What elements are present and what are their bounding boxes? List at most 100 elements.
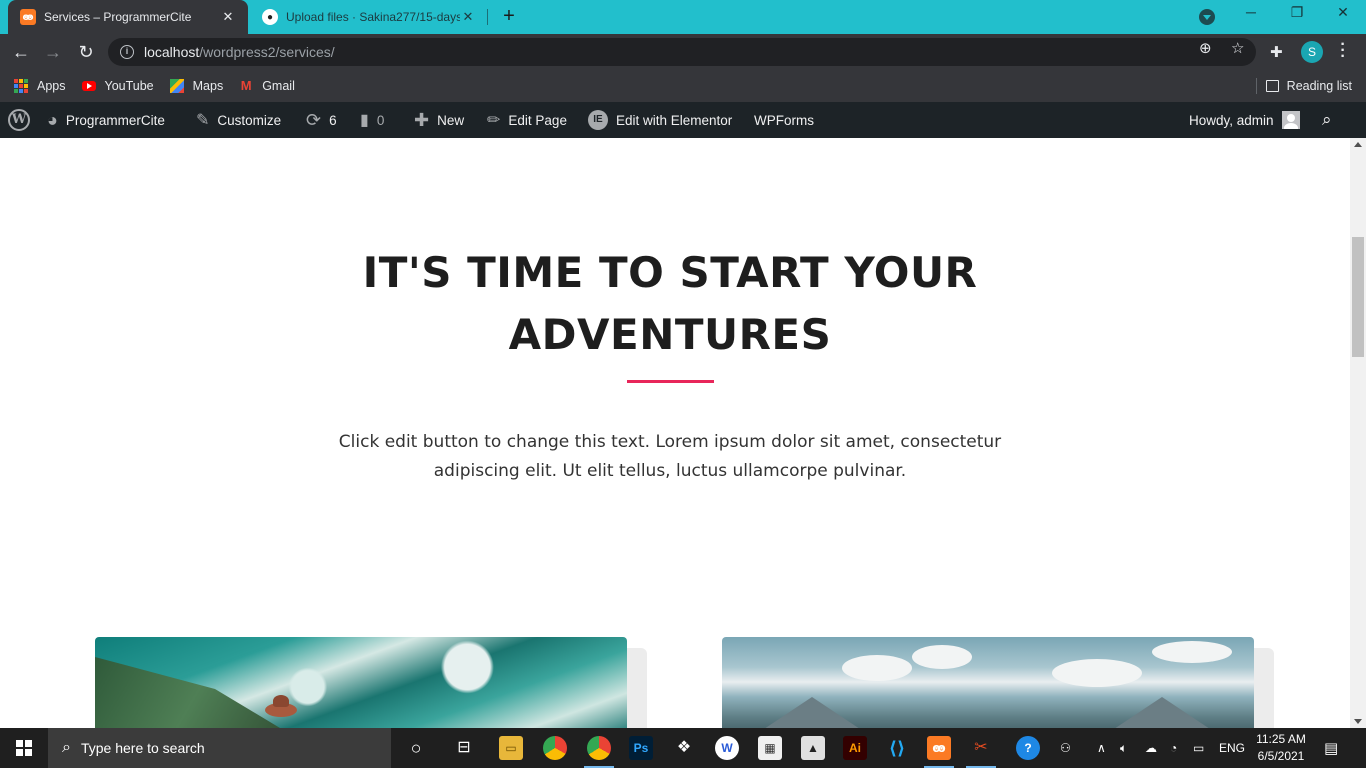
customize-label: Customize: [217, 112, 282, 128]
new-tab-button[interactable]: +: [498, 6, 520, 28]
restore-icon[interactable]: ❐: [1274, 4, 1320, 21]
site-name-menu[interactable]: ◕ ProgrammerCite: [47, 102, 165, 138]
scrollbar-thumb[interactable]: [1352, 237, 1364, 357]
search-placeholder: Type here to search: [80, 740, 205, 756]
show-hidden-icons[interactable]: ∧: [1097, 728, 1106, 768]
comments-link[interactable]: ▮ 0: [360, 102, 384, 138]
bookmark-label: Apps: [37, 79, 66, 93]
wpforms-menu[interactable]: WPForms: [754, 102, 814, 138]
task-view-icon[interactable]: ⊟: [452, 736, 476, 760]
volume-icon[interactable]: 🔈︎: [1120, 728, 1127, 768]
hero-title: IT'S TIME TO START YOUR ADVENTURES: [362, 248, 978, 359]
close-tab-icon[interactable]: ✕: [460, 9, 476, 25]
reading-list-icon: [1265, 80, 1279, 92]
edit-page-link[interactable]: ✏ Edit Page: [487, 102, 567, 138]
pencil-icon: ✏: [487, 112, 501, 129]
page-scrollbar[interactable]: [1350, 138, 1366, 728]
illustrator-icon[interactable]: Ai: [843, 736, 867, 760]
photoshop-icon[interactable]: Ps: [629, 736, 653, 760]
back-arrow-icon[interactable]: ←: [10, 41, 32, 63]
reload-icon[interactable]: ↻: [75, 41, 97, 63]
bookmarks-separator: [1256, 78, 1257, 94]
service-card-image-mountain-sky[interactable]: [722, 637, 1254, 728]
dropbox-icon[interactable]: ❖: [672, 736, 696, 760]
tab-upload-files[interactable]: ● Upload files · Sakina277/15-days ✕: [250, 0, 488, 34]
address-bar[interactable]: i localhost/wordpress2/services/: [108, 38, 1256, 66]
new-label: New: [437, 112, 465, 128]
scroll-down-icon[interactable]: [1354, 719, 1362, 724]
chrome-profile-icon[interactable]: [587, 736, 611, 760]
onedrive-cloud-icon[interactable]: ☁: [1145, 728, 1157, 768]
bookmark-maps[interactable]: Maps: [169, 79, 224, 93]
git-tool-icon[interactable]: ✂: [969, 736, 993, 760]
bookmark-label: Gmail: [262, 79, 295, 93]
forward-arrow-icon[interactable]: →: [42, 41, 64, 63]
language-indicator[interactable]: ENG: [1219, 728, 1245, 768]
windows-taskbar: ⌕ Type here to search ○ ⊟ ▭ Ps ❖ W ▦ ▲ A…: [0, 728, 1366, 768]
admin-search-icon[interactable]: ⌕: [1322, 102, 1332, 138]
cortana-circle-icon[interactable]: ○: [404, 736, 428, 760]
profile-avatar[interactable]: S: [1301, 41, 1323, 63]
chrome-menu-icon[interactable]: · · ·: [1338, 37, 1348, 65]
people-icon[interactable]: ⚇: [1060, 728, 1071, 768]
site-info-icon[interactable]: i: [120, 45, 134, 59]
tab-services[interactable]: ꙭ Services – ProgrammerCite ✕: [8, 0, 248, 34]
updates-link[interactable]: ⟳ 6: [306, 102, 337, 138]
forest-graphic: [95, 657, 295, 728]
reading-list-button[interactable]: Reading list: [1265, 70, 1352, 102]
extensions-puzzle-icon[interactable]: ✚: [1270, 43, 1283, 61]
edit-page-label: Edit Page: [508, 112, 567, 128]
minimize-icon[interactable]: ─: [1228, 4, 1274, 20]
wifi-icon[interactable]: ◔: [1170, 728, 1177, 768]
browser-toolbar: ← → ↻ i localhost/wordpress2/services/ ⊕…: [0, 34, 1366, 70]
vscode-icon[interactable]: ⟨⟩: [885, 736, 909, 760]
cloud-graphic: [912, 645, 972, 669]
bookmarks-bar: Apps YouTube Maps M Gmail Reading list: [0, 70, 1366, 102]
cloud-graphic: [1152, 641, 1232, 663]
search-icon: ⌕: [62, 739, 71, 756]
chrome-icon[interactable]: [543, 736, 567, 760]
bookmark-star-icon[interactable]: ☆: [1231, 39, 1244, 57]
account-menu[interactable]: Howdy, admin: [1189, 102, 1300, 138]
title-divider: [627, 380, 714, 383]
wordpress-logo-icon: W: [8, 109, 30, 131]
taskbar-search[interactable]: ⌕ Type here to search: [48, 728, 391, 768]
battery-icon[interactable]: ▭: [1193, 728, 1204, 768]
notifications-icon[interactable]: ▤: [1324, 728, 1338, 768]
elementor-icon: IE: [588, 110, 608, 130]
inkscape-icon[interactable]: ▲: [801, 736, 825, 760]
new-content-menu[interactable]: ✚ New: [414, 102, 464, 138]
bookmark-label: Maps: [192, 79, 224, 93]
cloud-graphic: [842, 655, 912, 681]
bookmark-youtube[interactable]: YouTube: [81, 79, 154, 93]
scroll-up-icon[interactable]: [1354, 142, 1362, 147]
hat-graphic: [265, 695, 297, 717]
edit-elementor-label: Edit with Elementor: [616, 112, 733, 128]
close-tab-icon[interactable]: ✕: [220, 9, 236, 25]
store-bag-icon[interactable]: ▦: [758, 736, 782, 760]
customize-link[interactable]: ✎ Customize: [196, 102, 281, 138]
user-avatar-icon: [1281, 111, 1300, 129]
bookmark-apps[interactable]: Apps: [14, 79, 66, 93]
xampp-icon[interactable]: ꙭ: [927, 736, 951, 760]
help-icon[interactable]: ?: [1016, 736, 1040, 760]
wp-logo-menu[interactable]: W: [8, 102, 30, 138]
start-button[interactable]: [0, 728, 48, 768]
url-text[interactable]: localhost/wordpress2/services/: [144, 44, 335, 60]
close-window-icon[interactable]: ✕: [1320, 4, 1366, 21]
reading-list-label: Reading list: [1286, 79, 1352, 93]
service-card-image-mountain-valley[interactable]: [95, 637, 627, 728]
wp-admin-bar: W ◕ ProgrammerCite ✎ Customize ⟳ 6 ▮ 0 ✚…: [0, 102, 1366, 138]
zoom-icon[interactable]: ⊕: [1199, 39, 1212, 57]
hero-description: Click edit button to change this text. L…: [338, 432, 1002, 481]
taskbar-clock[interactable]: 11:25 AM 6/5/2021: [1250, 731, 1312, 765]
github-favicon-icon: ●: [262, 9, 278, 25]
file-explorer-icon[interactable]: ▭: [499, 736, 523, 760]
bookmark-gmail[interactable]: M Gmail: [239, 79, 295, 94]
tab-separator: [487, 9, 488, 25]
edit-elementor-link[interactable]: IE Edit with Elementor: [588, 102, 732, 138]
howdy-label: Howdy, admin: [1189, 112, 1274, 128]
wps-icon[interactable]: W: [715, 736, 739, 760]
updates-refresh-icon: ⟳: [306, 109, 322, 130]
tab-search-icon[interactable]: [1199, 9, 1215, 25]
